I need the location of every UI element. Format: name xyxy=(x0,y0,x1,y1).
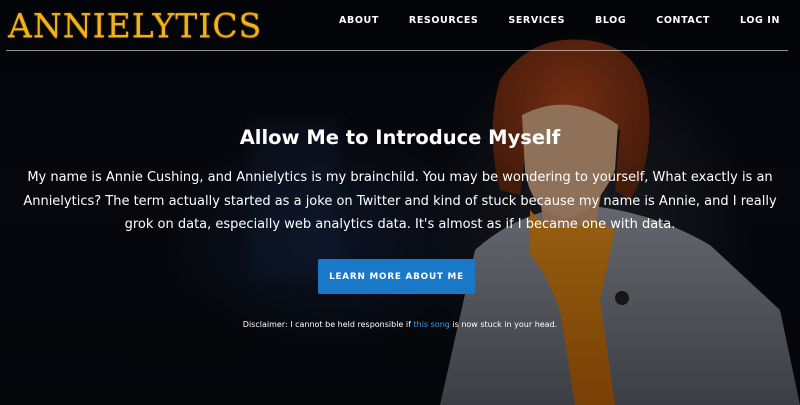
page-title: Allow Me to Introduce Myself xyxy=(239,126,561,149)
nav-item-resources[interactable]: RESOURCES xyxy=(409,15,478,26)
main-nav: ABOUT RESOURCES SERVICES BLOG CONTACT LO… xyxy=(309,15,780,26)
nav-item-about[interactable]: ABOUT xyxy=(339,15,379,26)
nav-item-blog[interactable]: BLOG xyxy=(595,15,626,26)
header-divider xyxy=(6,50,788,51)
song-link[interactable]: this song xyxy=(413,320,449,329)
nav-item-contact[interactable]: CONTACT xyxy=(656,15,710,26)
logo[interactable]: ANNIELYTICS xyxy=(8,4,262,46)
intro-paragraph: My name is Annie Cushing, and Annielytic… xyxy=(23,170,777,232)
disclaimer-suffix: is now stuck in your head. xyxy=(449,320,558,329)
logo-text: ANNIELYTICS xyxy=(8,5,263,45)
disclaimer-text: Disclaimer: I cannot be held responsible… xyxy=(0,320,800,329)
disclaimer-prefix: Disclaimer: I cannot be held responsible… xyxy=(242,320,414,329)
nav-item-login[interactable]: LOG IN xyxy=(740,15,780,26)
intro-content: Allow Me to Introduce Myself My name is … xyxy=(0,126,800,237)
nav-item-services[interactable]: SERVICES xyxy=(508,15,565,26)
learn-more-button[interactable]: LEARN MORE ABOUT ME xyxy=(318,259,475,294)
